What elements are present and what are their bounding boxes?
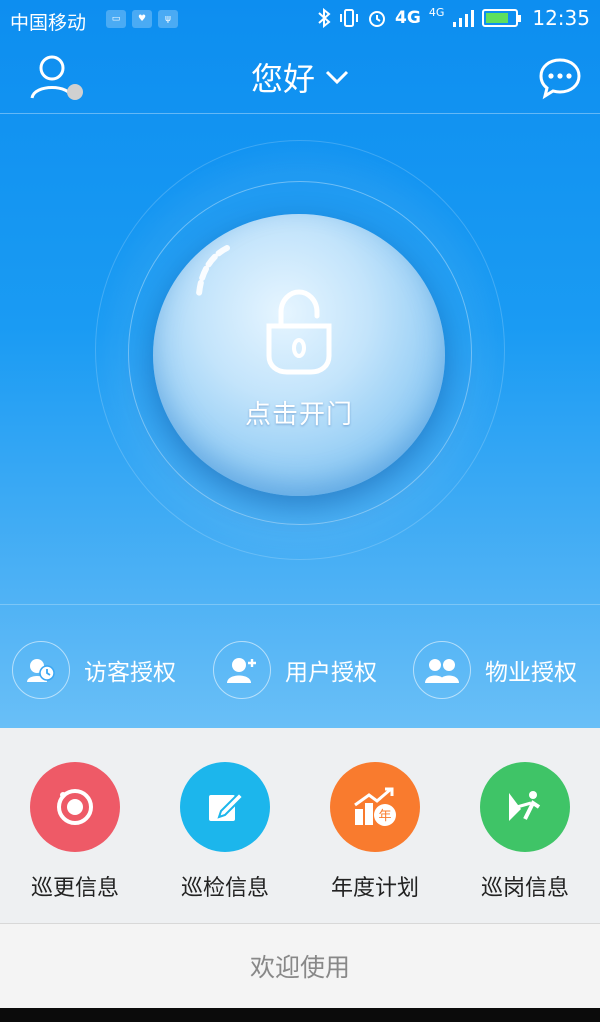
property-auth-label: 物业授权 bbox=[485, 660, 577, 686]
sim-icon: ▭ bbox=[106, 10, 126, 28]
battery-icon bbox=[482, 9, 522, 27]
vibrate-icon bbox=[340, 9, 359, 27]
visitor-auth-label: 访客授权 bbox=[84, 660, 176, 686]
visitor-auth-button[interactable]: 访客授权 bbox=[12, 640, 176, 700]
welcome-text: 欢迎使用 bbox=[249, 953, 350, 982]
patrol-info-button[interactable]: 巡更信息 bbox=[0, 762, 150, 902]
unlock-icon bbox=[266, 289, 332, 375]
heart-rate-icon: ♥ bbox=[132, 10, 152, 28]
annual-plan-label: 年度计划 bbox=[330, 876, 419, 901]
divider bbox=[0, 604, 600, 605]
chat-button[interactable] bbox=[538, 56, 582, 100]
gloss-highlight bbox=[196, 245, 230, 297]
user-auth-button[interactable]: 用户授权 bbox=[213, 640, 377, 700]
status-notification-icons: ▭ ♥ ψ bbox=[106, 10, 178, 28]
bluetooth-icon bbox=[318, 8, 331, 28]
open-door-label: 点击开门 bbox=[244, 400, 353, 430]
post-icon bbox=[480, 762, 570, 852]
status-system-icons: 4G 4G 12:35 bbox=[317, 6, 590, 30]
patrol-info-label: 巡更信息 bbox=[30, 876, 119, 901]
header: 您好 bbox=[0, 40, 600, 114]
network-type-2: 4G bbox=[428, 6, 445, 19]
carrier-name: 中国移动 bbox=[10, 12, 87, 34]
inspection-info-label: 巡检信息 bbox=[180, 876, 269, 901]
add-user-icon bbox=[213, 641, 271, 699]
post-patrol-button[interactable]: 巡岗信息 bbox=[450, 762, 600, 902]
greeting-text: 您好 bbox=[250, 60, 315, 98]
svg-text:年: 年 bbox=[378, 809, 391, 824]
chat-icon bbox=[539, 58, 581, 100]
usb-icon: ψ bbox=[158, 10, 178, 28]
property-auth-button[interactable]: 物业授权 bbox=[413, 640, 577, 700]
yearly-chart-icon: 年 bbox=[330, 762, 420, 852]
network-type-1: 4G bbox=[395, 8, 421, 28]
alarm-icon bbox=[369, 11, 386, 27]
authorization-row: 访客授权 用户授权 物业授权 bbox=[0, 640, 600, 700]
open-door-button[interactable]: 点击开门 bbox=[153, 214, 445, 496]
edit-icon bbox=[180, 762, 270, 852]
feature-menu: 巡更信息 巡检信息 年 年度计划 巡岗信息 bbox=[0, 728, 600, 924]
chevron-down-icon bbox=[325, 70, 349, 85]
welcome-bar: 欢迎使用 bbox=[0, 924, 600, 1008]
post-patrol-label: 巡岗信息 bbox=[480, 876, 569, 901]
status-bar: 中国移动 ▭ ♥ ψ 4G 4G 12:35 bbox=[0, 0, 600, 40]
annual-plan-button[interactable]: 年 年度计划 bbox=[300, 762, 450, 902]
user-auth-label: 用户授权 bbox=[285, 660, 377, 686]
group-icon bbox=[413, 641, 471, 699]
signal-icon bbox=[453, 10, 475, 27]
inspection-info-button[interactable]: 巡检信息 bbox=[150, 762, 300, 902]
clock: 12:35 bbox=[532, 6, 590, 30]
greeting-dropdown[interactable]: 您好 bbox=[0, 54, 600, 100]
system-nav-strip bbox=[0, 1008, 600, 1022]
patrol-icon bbox=[30, 762, 120, 852]
visitor-icon bbox=[12, 641, 70, 699]
door-button-area: 点击开门 bbox=[95, 140, 505, 560]
